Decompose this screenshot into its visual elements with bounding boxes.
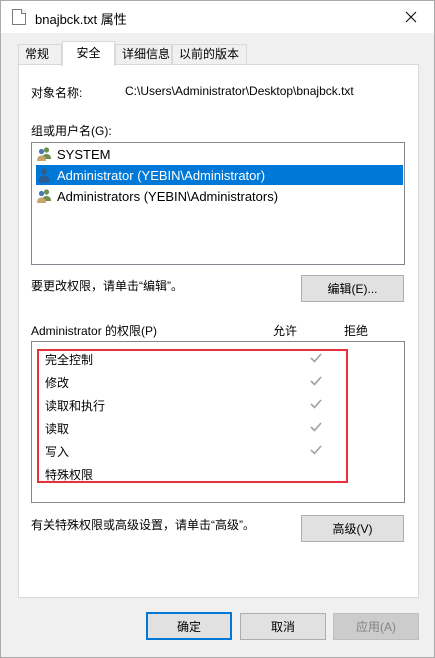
tab-label: 以前的版本 (179, 47, 240, 61)
group-users-icon (36, 188, 52, 204)
object-name-label: 对象名称: (31, 86, 83, 100)
advanced-button[interactable]: 高级(V) (301, 515, 404, 542)
apply-button[interactable]: 应用(A) (333, 613, 419, 640)
edit-button[interactable]: 编辑(E)... (301, 275, 404, 302)
highlight-box (37, 349, 348, 483)
close-button[interactable] (388, 1, 434, 33)
tab-security[interactable]: 安全 (62, 41, 115, 66)
window-title: bnajbck.txt 属性 (35, 12, 127, 27)
permissions-header: Administrator 的权限(P) (31, 324, 158, 338)
tab-previous-versions[interactable]: 以前的版本 (172, 44, 247, 65)
edit-hint: 要更改权限，请单击“编辑”。 (31, 279, 183, 293)
cancel-button-label: 取消 (270, 620, 295, 634)
user-name: Administrators (YEBIN\Administrators) (57, 188, 279, 204)
group-users-icon (36, 146, 52, 162)
tab-general[interactable]: 常规 (18, 44, 62, 65)
user-icon (36, 167, 52, 183)
tab-details[interactable]: 详细信息 (115, 44, 172, 65)
tab-label: 详细信息 (122, 47, 171, 61)
properties-window: bnajbck.txt 属性 常规 安全 详细信息 以前的版本 对象名称: C:… (0, 0, 435, 658)
tab-label: 安全 (76, 46, 101, 60)
ok-button-label: 确定 (176, 619, 201, 634)
user-item-system[interactable]: SYSTEM (36, 144, 403, 164)
advanced-hint: 有关特殊权限或高级设置，请单击“高级”。 (31, 518, 255, 532)
ok-button[interactable]: 确定 (146, 612, 232, 640)
object-name-value: C:\Users\Administrator\Desktop\bnajbck.t… (125, 84, 354, 98)
user-item-administrator[interactable]: Administrator (YEBIN\Administrator) (36, 165, 403, 185)
user-name: Administrator (YEBIN\Administrator) (55, 166, 268, 184)
edit-button-label: 编辑(E)... (327, 282, 378, 296)
advanced-button-label: 高级(V) (332, 522, 373, 536)
group-label: 组或用户名(G): (31, 124, 112, 138)
text-file-icon (12, 9, 26, 25)
apply-button-label: 应用(A) (356, 620, 396, 634)
deny-column-header: 拒绝 (344, 324, 369, 338)
user-list[interactable]: SYSTEM Administrator (YEBIN\Administrato… (31, 142, 405, 265)
close-icon (405, 11, 417, 23)
tab-label: 常规 (25, 47, 50, 61)
allow-column-header: 允许 (273, 324, 298, 338)
user-name: SYSTEM (57, 146, 111, 162)
cancel-button[interactable]: 取消 (240, 613, 326, 640)
user-item-administrators[interactable]: Administrators (YEBIN\Administrators) (36, 186, 403, 206)
title-bar: bnajbck.txt 属性 (1, 1, 434, 33)
